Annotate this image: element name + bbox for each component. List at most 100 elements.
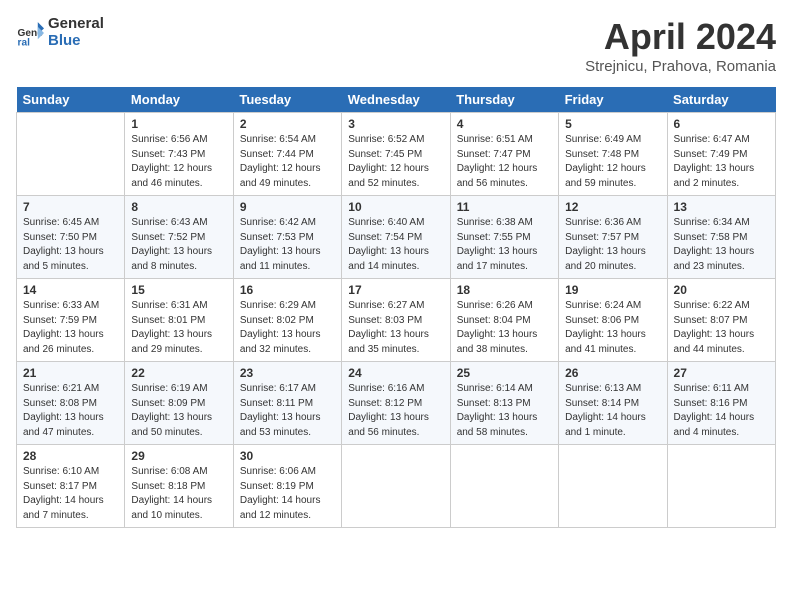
day-info: Sunrise: 6:24 AM Sunset: 8:06 PM Dayligh… [565, 299, 660, 357]
calendar-week-row: 7 Sunrise: 6:45 AM Sunset: 7:50 PM Daylig… [17, 196, 776, 279]
calendar-cell: 18Sunrise: 6:26 AM Sunset: 8:04 PM Dayli… [450, 279, 558, 362]
calendar-cell: 15 Sunrise: 6:31 AM Sunset: 8:01 PM Dayli… [125, 279, 233, 362]
day-info: Sunrise: 6:10 AM Sunset: 8:17 PM Dayligh… [23, 465, 118, 523]
day-number: 20 [674, 283, 769, 297]
calendar-week-row: 1Sunrise: 6:56 AM Sunset: 7:43 PM Daylig… [17, 113, 776, 196]
day-number: 5 [565, 117, 660, 131]
calendar-cell: 24 Sunrise: 6:16 AM Sunset: 8:12 PM Dayli… [342, 362, 450, 445]
day-number: 29 [131, 449, 226, 463]
day-number: 28 [23, 449, 118, 463]
day-info: Sunrise: 6:49 AM Sunset: 7:48 PM Dayligh… [565, 133, 660, 191]
day-header-tuesday: Tuesday [233, 87, 341, 113]
day-info: Sunrise: 6:36 AM Sunset: 7:57 PM Dayligh… [565, 216, 660, 274]
logo-general: General [48, 16, 104, 33]
day-info: Sunrise: 6:38 AM Sunset: 7:55 PM Dayligh… [457, 216, 552, 274]
day-info: Sunrise: 6:29 AM Sunset: 8:02 PM Dayligh… [240, 299, 335, 357]
calendar-cell: 21Sunrise: 6:21 AM Sunset: 8:08 PM Dayli… [17, 362, 125, 445]
day-info: Sunrise: 6:54 AM Sunset: 7:44 PM Dayligh… [240, 133, 335, 191]
day-number: 16 [240, 283, 335, 297]
calendar-cell: 30Sunrise: 6:06 AM Sunset: 8:19 PM Dayli… [233, 445, 341, 528]
day-header-wednesday: Wednesday [342, 87, 450, 113]
calendar-table: SundayMondayTuesdayWednesdayThursdayFrid… [16, 87, 776, 528]
day-header-monday: Monday [125, 87, 233, 113]
calendar-cell: 6Sunrise: 6:47 AM Sunset: 7:49 PM Daylig… [667, 113, 775, 196]
page-header: Gene ral General Blue April 2024 Strejni… [16, 16, 776, 75]
day-info: Sunrise: 6:52 AM Sunset: 7:45 PM Dayligh… [348, 133, 443, 191]
day-info: Sunrise: 6:34 AM Sunset: 7:58 PM Dayligh… [674, 216, 769, 274]
calendar-cell: 7 Sunrise: 6:45 AM Sunset: 7:50 PM Daylig… [17, 196, 125, 279]
logo-icon: Gene ral [16, 19, 44, 47]
day-number: 9 [240, 200, 335, 214]
day-number: 21 [23, 366, 118, 380]
calendar-cell: 20 Sunrise: 6:22 AM Sunset: 8:07 PM Dayli… [667, 279, 775, 362]
calendar-cell [450, 445, 558, 528]
calendar-cell [667, 445, 775, 528]
day-info: Sunrise: 6:33 AM Sunset: 7:59 PM Dayligh… [23, 299, 118, 357]
day-info: Sunrise: 6:22 AM Sunset: 8:07 PM Dayligh… [674, 299, 769, 357]
day-number: 18 [457, 283, 552, 297]
day-info: Sunrise: 6:16 AM Sunset: 8:12 PM Dayligh… [348, 382, 443, 440]
day-info: Sunrise: 6:06 AM Sunset: 8:19 PM Dayligh… [240, 465, 335, 523]
calendar-cell: 5 Sunrise: 6:49 AM Sunset: 7:48 PM Daylig… [559, 113, 667, 196]
day-number: 10 [348, 200, 443, 214]
day-number: 24 [348, 366, 443, 380]
day-number: 7 [23, 200, 118, 214]
day-number: 2 [240, 117, 335, 131]
calendar-cell: 10 Sunrise: 6:40 AM Sunset: 7:54 PM Dayli… [342, 196, 450, 279]
day-header-friday: Friday [559, 87, 667, 113]
day-header-sunday: Sunday [17, 87, 125, 113]
month-title: April 2024 [585, 16, 776, 58]
day-number: 8 [131, 200, 226, 214]
day-info: Sunrise: 6:43 AM Sunset: 7:52 PM Dayligh… [131, 216, 226, 274]
calendar-cell: 17 Sunrise: 6:27 AM Sunset: 8:03 PM Dayli… [342, 279, 450, 362]
calendar-cell: 28 Sunrise: 6:10 AM Sunset: 8:17 PM Dayli… [17, 445, 125, 528]
day-info: Sunrise: 6:13 AM Sunset: 8:14 PM Dayligh… [565, 382, 660, 440]
calendar-cell: 9 Sunrise: 6:42 AM Sunset: 7:53 PM Daylig… [233, 196, 341, 279]
day-number: 4 [457, 117, 552, 131]
day-number: 1 [131, 117, 226, 131]
calendar-cell: 1Sunrise: 6:56 AM Sunset: 7:43 PM Daylig… [125, 113, 233, 196]
day-info: Sunrise: 6:45 AM Sunset: 7:50 PM Dayligh… [23, 216, 118, 274]
day-info: Sunrise: 6:42 AM Sunset: 7:53 PM Dayligh… [240, 216, 335, 274]
calendar-cell: 23Sunrise: 6:17 AM Sunset: 8:11 PM Dayli… [233, 362, 341, 445]
calendar-cell: 12Sunrise: 6:36 AM Sunset: 7:57 PM Dayli… [559, 196, 667, 279]
day-header-saturday: Saturday [667, 87, 775, 113]
day-number: 3 [348, 117, 443, 131]
day-info: Sunrise: 6:08 AM Sunset: 8:18 PM Dayligh… [131, 465, 226, 523]
calendar-cell: 14 Sunrise: 6:33 AM Sunset: 7:59 PM Dayli… [17, 279, 125, 362]
logo: Gene ral General Blue [16, 16, 104, 49]
calendar-cell: 2 Sunrise: 6:54 AM Sunset: 7:44 PM Daylig… [233, 113, 341, 196]
calendar-cell: 27Sunrise: 6:11 AM Sunset: 8:16 PM Dayli… [667, 362, 775, 445]
calendar-cell: 29 Sunrise: 6:08 AM Sunset: 8:18 PM Dayli… [125, 445, 233, 528]
logo-blue: Blue [48, 33, 104, 50]
day-info: Sunrise: 6:11 AM Sunset: 8:16 PM Dayligh… [674, 382, 769, 440]
day-number: 25 [457, 366, 552, 380]
title-block: April 2024 Strejnicu, Prahova, Romania [585, 16, 776, 75]
calendar-cell [342, 445, 450, 528]
day-info: Sunrise: 6:27 AM Sunset: 8:03 PM Dayligh… [348, 299, 443, 357]
day-number: 19 [565, 283, 660, 297]
location: Strejnicu, Prahova, Romania [585, 58, 776, 75]
day-number: 15 [131, 283, 226, 297]
calendar-cell: 19 Sunrise: 6:24 AM Sunset: 8:06 PM Dayli… [559, 279, 667, 362]
day-info: Sunrise: 6:17 AM Sunset: 8:11 PM Dayligh… [240, 382, 335, 440]
calendar-week-row: 14 Sunrise: 6:33 AM Sunset: 7:59 PM Dayli… [17, 279, 776, 362]
svg-text:ral: ral [18, 37, 31, 47]
day-header-thursday: Thursday [450, 87, 558, 113]
day-number: 14 [23, 283, 118, 297]
calendar-cell: 13Sunrise: 6:34 AM Sunset: 7:58 PM Dayli… [667, 196, 775, 279]
day-info: Sunrise: 6:14 AM Sunset: 8:13 PM Dayligh… [457, 382, 552, 440]
calendar-cell: 11Sunrise: 6:38 AM Sunset: 7:55 PM Dayli… [450, 196, 558, 279]
calendar-cell: 8 Sunrise: 6:43 AM Sunset: 7:52 PM Daylig… [125, 196, 233, 279]
calendar-cell: 3 Sunrise: 6:52 AM Sunset: 7:45 PM Daylig… [342, 113, 450, 196]
day-info: Sunrise: 6:40 AM Sunset: 7:54 PM Dayligh… [348, 216, 443, 274]
calendar-body: 1Sunrise: 6:56 AM Sunset: 7:43 PM Daylig… [17, 113, 776, 528]
day-number: 22 [131, 366, 226, 380]
day-info: Sunrise: 6:31 AM Sunset: 8:01 PM Dayligh… [131, 299, 226, 357]
day-number: 17 [348, 283, 443, 297]
calendar-cell [17, 113, 125, 196]
calendar-week-row: 28 Sunrise: 6:10 AM Sunset: 8:17 PM Dayli… [17, 445, 776, 528]
calendar-cell: 26 Sunrise: 6:13 AM Sunset: 8:14 PM Dayli… [559, 362, 667, 445]
day-number: 26 [565, 366, 660, 380]
calendar-cell: 25 Sunrise: 6:14 AM Sunset: 8:13 PM Dayli… [450, 362, 558, 445]
